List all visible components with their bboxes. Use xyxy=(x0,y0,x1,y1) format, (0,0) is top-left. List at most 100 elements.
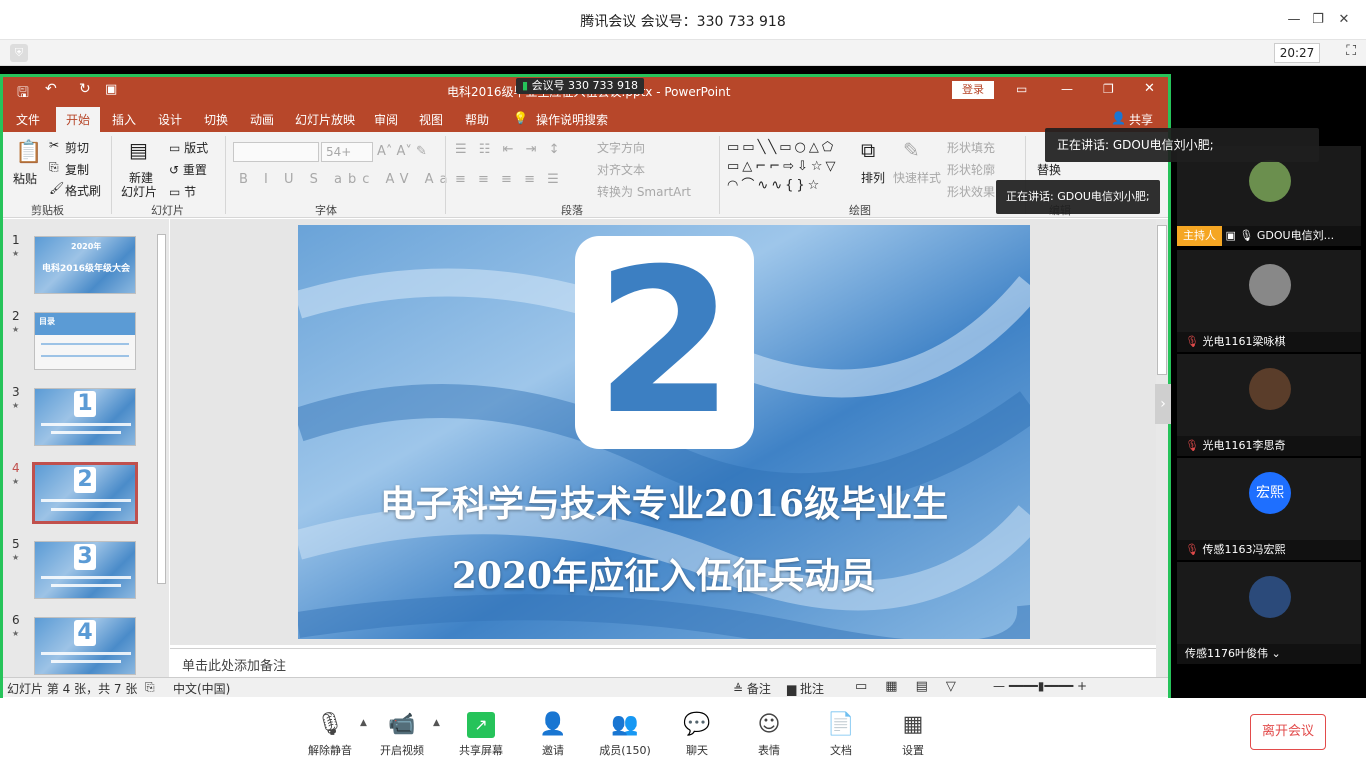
tell-me-search[interactable]: 操作说明搜索 xyxy=(536,111,608,128)
undo-icon[interactable]: ↶ xyxy=(45,81,57,97)
language-indicator[interactable]: 中文(中国) xyxy=(173,680,230,697)
slide-thumb-2[interactable]: 目录 xyxy=(34,312,136,370)
align-buttons[interactable]: ≡ ≡ ≡ ≡ ☰ xyxy=(455,172,563,187)
fullscreen-icon[interactable]: ⛶ xyxy=(1346,43,1356,59)
documents-button[interactable]: 📄 文档 xyxy=(811,708,871,758)
thumbnail-scrollbar[interactable] xyxy=(155,222,168,676)
brush-icon[interactable]: 🖌 xyxy=(49,181,64,195)
tab-file[interactable]: 文件 xyxy=(16,111,40,128)
shape-effects-button[interactable]: 形状效果 xyxy=(947,183,995,200)
notes-toggle[interactable]: ≜ 备注 xyxy=(733,680,771,697)
meeting-id-overlay-text: 会议号 330 733 918 xyxy=(531,79,639,92)
tab-view[interactable]: 视图 xyxy=(419,111,443,128)
format-painter-button[interactable]: 格式刷 xyxy=(65,182,101,199)
start-video-button[interactable]: 📹 开启视频 xyxy=(372,708,432,758)
slide-thumb-1[interactable]: 2020年 电科2016级年级大会 xyxy=(34,236,136,294)
zoom-slider[interactable]: — ━━━━▮━━━━ + xyxy=(993,679,1087,693)
tab-home[interactable]: 开始 xyxy=(56,107,101,132)
login-button[interactable]: 登录 xyxy=(952,81,994,99)
shield-icon[interactable]: ⛨ xyxy=(10,44,28,62)
settings-button[interactable]: ▦ 设置 xyxy=(883,708,943,758)
invite-button[interactable]: 👤 邀请 xyxy=(523,708,583,758)
text-direction-button[interactable]: 文字方向 xyxy=(597,139,645,156)
scroll-thumb[interactable] xyxy=(157,234,166,584)
members-button[interactable]: 👥 成员(150) xyxy=(595,708,655,758)
new-slide-label-b[interactable]: 幻灯片 xyxy=(121,183,157,200)
cut-button[interactable]: 剪切 xyxy=(65,139,89,156)
reactions-button[interactable]: ☺ 表情 xyxy=(739,708,799,758)
tab-insert[interactable]: 插入 xyxy=(112,111,136,128)
arrange-button[interactable]: 排列 xyxy=(861,169,885,186)
layout-button[interactable]: ▭ 版式 xyxy=(169,139,208,156)
section-button[interactable]: ▭ 节 xyxy=(169,183,196,200)
divider xyxy=(225,136,226,214)
unmute-button[interactable]: 🎙 解除静音 xyxy=(300,708,360,758)
grow-font-icon[interactable]: A˄ A˅ ✎ xyxy=(377,144,427,159)
replace-button[interactable]: 替换 xyxy=(1037,161,1061,178)
tab-help[interactable]: 帮助 xyxy=(465,111,489,128)
redo-icon[interactable]: ↻ xyxy=(79,81,91,97)
participant-tile[interactable]: 宏熙 xyxy=(1177,458,1361,546)
chevron-right-icon[interactable]: › xyxy=(1155,384,1171,424)
slide-thumb-5[interactable]: 3 xyxy=(34,541,136,599)
paste-icon[interactable]: 📋 xyxy=(15,140,42,165)
shapes-gallery[interactable]: ▭▭╲╲▭○△⬠ ▭△⌐⌐⇨⇩☆▽ ◠⌒∿∿{}☆ xyxy=(727,138,847,195)
new-slide-icon[interactable]: ▤ xyxy=(129,138,148,162)
align-text-button[interactable]: 对齐文本 xyxy=(597,161,645,178)
copy-icon[interactable]: ⎘ xyxy=(49,160,59,175)
close-button[interactable]: ✕ xyxy=(1334,10,1354,30)
tab-animations[interactable]: 动画 xyxy=(250,111,274,128)
chat-button[interactable]: 💬 聊天 xyxy=(667,708,727,758)
quick-styles-icon[interactable]: ✎ xyxy=(903,138,920,162)
scroll-thumb[interactable] xyxy=(1157,225,1167,375)
present-icon[interactable]: ▣ xyxy=(105,82,117,97)
list-buttons[interactable]: ☰ ☷ ⇤ ⇥ ↕ xyxy=(455,142,564,157)
comments-toggle[interactable]: ▆ 批注 xyxy=(787,680,824,697)
tab-design[interactable]: 设计 xyxy=(158,111,182,128)
share-screen-button[interactable]: ↗ 共享屏幕 xyxy=(451,708,511,758)
ppt-restore-icon[interactable]: ❐ xyxy=(1103,82,1114,96)
shape-outline-button[interactable]: 形状轮廓 xyxy=(947,161,995,178)
ppt-minimize-icon[interactable]: — xyxy=(1061,82,1073,96)
participant-tile[interactable] xyxy=(1177,562,1361,650)
chevron-up-icon[interactable]: ▲ xyxy=(360,718,367,728)
share-button[interactable]: 共享 xyxy=(1129,111,1153,128)
save-icon[interactable]: 🖫 xyxy=(17,82,29,106)
font-size-select[interactable]: 54+ xyxy=(321,142,373,162)
ribbon-home: 📋 粘贴 ✂ 剪切 ⎘ 复制 🖌 格式刷 剪贴板 ▤ 新建 幻灯片 ▭ 版式 ↺… xyxy=(3,132,1168,218)
maximize-button[interactable]: ❐ xyxy=(1308,10,1328,30)
chevron-up-icon[interactable]: ▲ xyxy=(433,718,440,728)
reset-button[interactable]: ↺ 重置 xyxy=(169,161,207,178)
minimize-button[interactable]: — xyxy=(1284,10,1304,30)
view-buttons[interactable]: ▭▦▤▽ xyxy=(855,679,974,694)
smartart-button[interactable]: 转换为 SmartArt xyxy=(597,183,691,200)
font-style-buttons[interactable]: B I U S abc AV Aa xyxy=(239,172,454,187)
cut-icon[interactable]: ✂ xyxy=(49,138,59,152)
notes-pane[interactable]: 单击此处添加备注 xyxy=(170,648,1156,676)
ppt-close-icon[interactable]: ✕ xyxy=(1144,81,1155,96)
chevron-down-icon[interactable]: ⌄ xyxy=(1272,647,1281,660)
participant-tile[interactable] xyxy=(1177,354,1361,442)
spellcheck-icon[interactable]: ⎘ xyxy=(145,680,155,695)
tab-transitions[interactable]: 切换 xyxy=(204,111,228,128)
font-name-select[interactable] xyxy=(233,142,319,162)
slide-thumb-6[interactable]: 4 xyxy=(34,617,136,675)
copy-button[interactable]: 复制 xyxy=(65,161,89,178)
slide-scrollbar[interactable] xyxy=(1156,219,1168,677)
arrange-icon[interactable]: ⧉ xyxy=(861,138,875,162)
tab-review[interactable]: 审阅 xyxy=(374,111,398,128)
participant-tile[interactable] xyxy=(1177,250,1361,338)
section-number-box: 2 xyxy=(575,236,754,449)
leave-meeting-button[interactable]: 离开会议 xyxy=(1250,714,1326,750)
shape-fill-button[interactable]: 形状填充 xyxy=(947,139,995,156)
share-icon[interactable]: 👤 xyxy=(1111,111,1126,125)
quick-styles-button[interactable]: 快速样式 xyxy=(893,169,941,186)
slide-thumb-3[interactable]: 1 xyxy=(34,388,136,446)
tab-slideshow[interactable]: 幻灯片放映 xyxy=(295,111,355,128)
slide-thumb-4-selected[interactable]: 2 xyxy=(32,462,138,524)
paste-button[interactable]: 粘贴 xyxy=(13,170,37,187)
reset-label: 重置 xyxy=(182,163,207,177)
host-badge: 主持人 xyxy=(1177,226,1222,246)
ribbon-display-icon[interactable]: ▭ xyxy=(1016,82,1027,96)
current-slide[interactable]: 2 电子科学与技术专业2016级毕业生 2020年应征入伍征兵动员 xyxy=(298,225,1030,639)
